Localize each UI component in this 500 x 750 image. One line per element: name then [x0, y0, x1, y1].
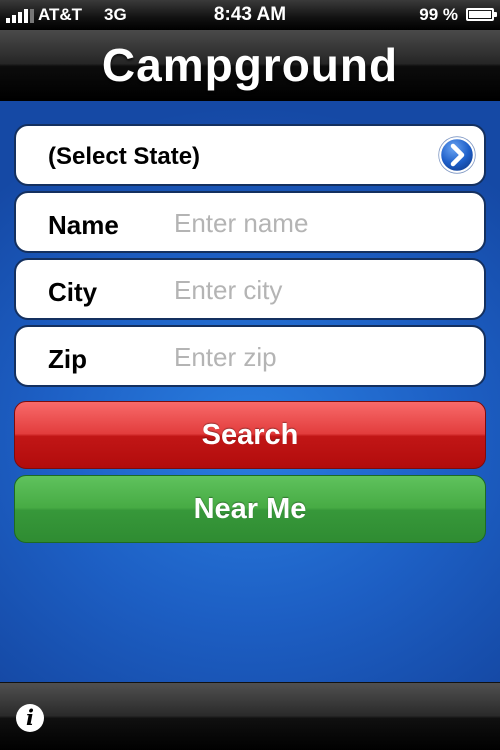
name-label: Name: [48, 210, 119, 240]
city-field: City: [14, 258, 486, 320]
bottom-toolbar: i: [0, 682, 500, 750]
zip-field: Zip: [14, 325, 486, 387]
search-form-area: (Select State) Name City Zip Search Near…: [0, 101, 500, 682]
status-bar: AT&T 3G 8:43 AM 99 %: [0, 0, 500, 30]
search-button[interactable]: Search: [14, 401, 486, 469]
near-me-button[interactable]: Near Me: [14, 475, 486, 543]
name-input[interactable]: [174, 205, 464, 241]
state-selector-label: (Select State): [48, 143, 201, 170]
zip-label: Zip: [48, 344, 87, 374]
navigation-bar: Campground: [0, 30, 500, 101]
battery-icon: [466, 8, 497, 21]
app-title: Campground: [101, 39, 399, 91]
state-selector[interactable]: (Select State): [14, 124, 486, 186]
battery-level-fill: [469, 11, 491, 18]
city-label: City: [48, 277, 98, 307]
battery-percentage: 99 %: [419, 5, 458, 24]
chevron-right-circle-icon[interactable]: [438, 136, 476, 174]
name-field: Name: [14, 191, 486, 253]
info-icon[interactable]: i: [16, 704, 44, 732]
city-input[interactable]: [174, 272, 464, 308]
zip-input[interactable]: [174, 339, 464, 375]
